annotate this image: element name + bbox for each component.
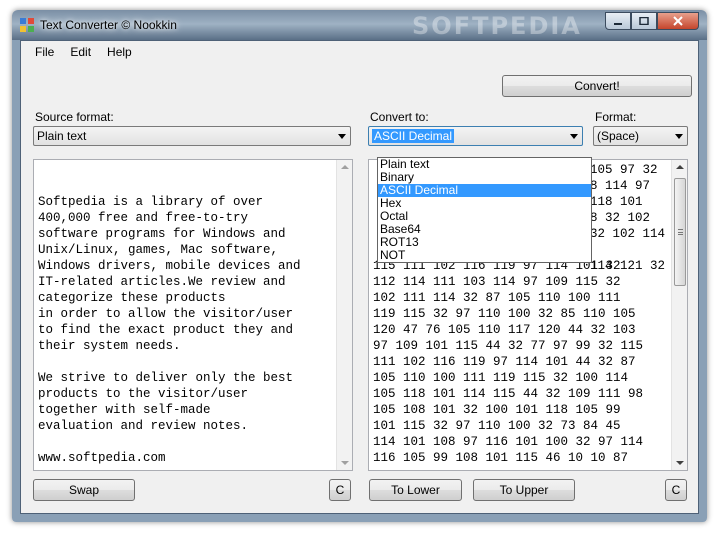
convert-to-dropdown-list: Plain text Binary ASCII Decimal Hex Octa… [377,157,592,263]
output-text: 115 111 102 116 119 97 114 101 32 112 11… [373,259,644,465]
scroll-down-icon[interactable] [341,461,349,465]
menu-file[interactable]: File [27,43,62,61]
menu-bar: File Edit Help [21,41,698,63]
clear-source-button[interactable]: C [329,479,351,501]
option-not[interactable]: NOT [378,249,591,262]
convert-button[interactable]: Convert! [502,75,692,97]
source-text: Softpedia is a library of over 400,000 f… [38,195,301,465]
app-icon [20,18,34,32]
grip-icon [678,229,683,235]
menu-help[interactable]: Help [99,43,140,61]
convert-to-label: Convert to: [370,110,429,124]
chevron-down-icon [338,134,346,139]
minimize-icon [614,23,622,25]
source-format-value: Plain text [37,129,87,143]
format-select[interactable]: (Space) [593,126,688,146]
chevron-down-icon [675,134,683,139]
watermark-logo: SOFTPEDIA [412,12,582,40]
title-bar[interactable]: Text Converter © Nookkin SOFTPEDIA [12,10,707,40]
option-rot13[interactable]: ROT13 [378,236,591,249]
option-ascii-decimal[interactable]: ASCII Decimal [378,184,591,197]
swap-button[interactable]: Swap [33,479,135,501]
scroll-up-icon[interactable] [341,165,349,169]
chevron-down-icon [570,134,578,139]
maximize-button[interactable] [631,12,657,30]
source-textarea[interactable]: Softpedia is a library of over 400,000 f… [33,159,353,471]
menu-edit[interactable]: Edit [62,43,99,61]
output-scrollbar[interactable] [671,160,687,470]
scroll-up-icon[interactable] [676,165,684,169]
option-hex[interactable]: Hex [378,197,591,210]
format-label: Format: [595,110,637,124]
convert-to-select[interactable]: ASCII Decimal [368,126,583,146]
source-scrollbar[interactable] [336,160,352,470]
close-button[interactable] [657,12,699,30]
source-format-label: Source format: [35,110,114,124]
format-value: (Space) [597,129,640,143]
source-format-select[interactable]: Plain text [33,126,351,146]
close-icon [673,16,683,26]
window-controls [605,12,699,30]
to-upper-button[interactable]: To Upper [473,479,575,501]
maximize-icon [639,17,649,25]
convert-to-value: ASCII Decimal [372,129,455,143]
scroll-thumb[interactable] [674,178,686,286]
scroll-down-icon[interactable] [676,461,684,465]
clear-output-button[interactable]: C [665,479,687,501]
client-area: File Edit Help Convert! Source format: C… [20,40,699,514]
to-lower-button[interactable]: To Lower [369,479,462,501]
app-window: Text Converter © Nookkin SOFTPEDIA File … [12,10,707,522]
window-title: Text Converter © Nookkin [40,18,177,32]
minimize-button[interactable] [605,12,631,30]
